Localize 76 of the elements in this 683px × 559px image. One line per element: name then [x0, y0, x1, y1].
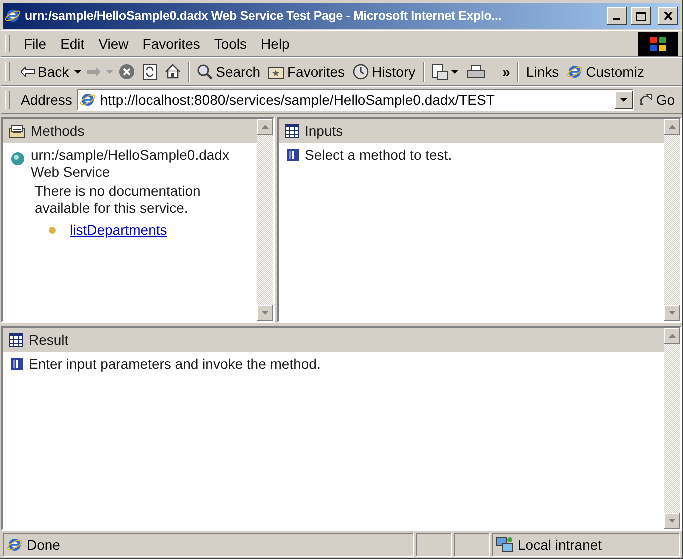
customize-link[interactable]: Customiz [564, 62, 648, 82]
minimize-button[interactable] [607, 7, 627, 25]
info-message: Select a method to test. [305, 147, 452, 164]
info-message: Enter input parameters and invoke the method. [29, 356, 321, 372]
documentation-text: There is no documentation available for this service. [34, 183, 202, 217]
go-button[interactable]: Go [636, 90, 678, 110]
clock-icon [353, 64, 370, 80]
scroll-up-button[interactable] [664, 119, 680, 135]
folder-icon [268, 64, 284, 78]
home-icon [165, 64, 182, 79]
status-pane [454, 533, 490, 557]
up-arrow-icon [668, 125, 676, 129]
window-title: urn:/sample/HelloSample0.dadx Web Service Test Page - Microsoft Internet Explo... [25, 9, 503, 23]
address-label: Address [20, 92, 74, 108]
down-arrow-icon [668, 519, 676, 523]
go-arrow-icon [639, 93, 654, 107]
menu-item[interactable]: View [92, 34, 135, 54]
up-arrow-icon [262, 125, 268, 129]
close-icon [664, 12, 672, 20]
down-arrow-icon [262, 310, 268, 314]
more-button[interactable]: » [500, 62, 514, 82]
table-icon [9, 332, 23, 346]
right-arrow-icon [87, 66, 102, 76]
address-field[interactable]: http://localhost:8080/services/sample/HelloSample0.dadx/TEST [77, 89, 634, 111]
service-icon [11, 152, 25, 166]
caret-icon [450, 70, 459, 74]
menu-item[interactable]: Favorites [136, 34, 206, 54]
history-button[interactable]: History [350, 62, 419, 82]
close-button[interactable] [658, 7, 678, 25]
info-icon [287, 149, 299, 161]
zone-text: Local intranet [518, 537, 602, 553]
card-file-icon [9, 124, 25, 138]
frame-title: Inputs [305, 123, 344, 139]
bullet-icon [49, 227, 56, 234]
caret-icon [106, 70, 114, 74]
menu-item[interactable]: Edit [54, 34, 91, 54]
back-button[interactable]: Back [18, 62, 72, 82]
menu-item[interactable]: File [18, 34, 53, 54]
printer-icon [466, 64, 485, 78]
scroll-down-button[interactable] [664, 513, 680, 529]
favorites-button[interactable]: Favorites [265, 62, 348, 82]
down-arrow-icon [668, 310, 676, 314]
frame-title: Result [29, 332, 69, 348]
dropdown-button[interactable] [615, 91, 634, 109]
scroll-up-button[interactable] [664, 328, 680, 344]
method-link[interactable]: listDepartments [70, 222, 168, 239]
search-icon [197, 64, 214, 80]
search-button[interactable]: Search [194, 62, 264, 82]
table-icon [285, 124, 299, 138]
scroll-down-button[interactable] [257, 304, 273, 320]
menu-item[interactable]: Help [255, 34, 296, 54]
service-name: urn:/sample/HelloSample0.dadx [31, 147, 230, 164]
stop-icon [119, 64, 136, 80]
network-icon [496, 537, 514, 553]
globe-icon [5, 8, 21, 24]
service-type: Web Service [31, 164, 112, 181]
globe-icon [7, 537, 23, 553]
page-icon [432, 64, 448, 80]
flag-icon [649, 36, 667, 52]
refresh-icon [143, 64, 158, 80]
up-arrow-icon [668, 334, 676, 338]
globe-icon [567, 64, 584, 80]
maximize-icon [636, 12, 646, 20]
maximize-button[interactable] [631, 7, 651, 25]
status-pane [416, 533, 452, 557]
menu-item[interactable]: Tools [208, 34, 254, 54]
globe-icon [80, 92, 96, 108]
left-arrow-icon [21, 66, 35, 76]
scroll-down-button[interactable] [664, 304, 680, 320]
info-icon [11, 358, 23, 370]
caret-icon [620, 98, 628, 102]
scroll-up-button[interactable] [257, 119, 273, 135]
status-text: Done [27, 537, 60, 553]
caret-icon [74, 70, 82, 74]
frame-title: Methods [31, 123, 85, 139]
links-label: Links [525, 64, 560, 80]
